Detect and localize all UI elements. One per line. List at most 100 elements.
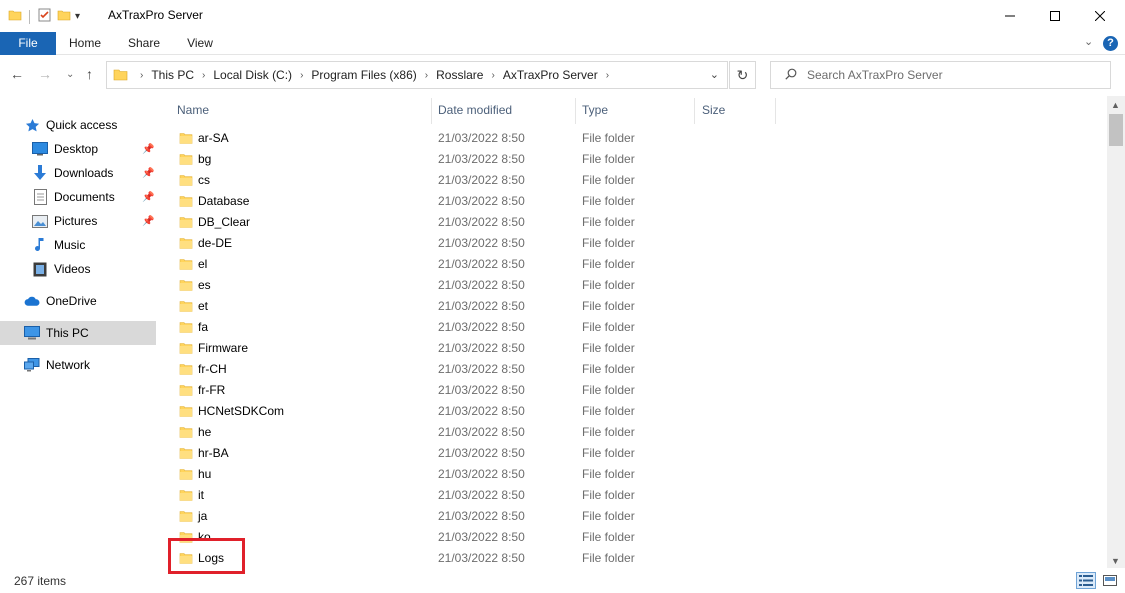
scrollbar-thumb[interactable] — [1109, 114, 1123, 146]
details-view-button[interactable] — [1076, 572, 1096, 589]
sidebar-item-pictures[interactable]: Pictures 📌 — [0, 209, 156, 233]
file-date-modified: 21/03/2022 8:50 — [438, 320, 525, 334]
column-divider[interactable] — [431, 98, 432, 124]
scroll-up-icon[interactable]: ▲ — [1111, 100, 1120, 110]
address-bar[interactable]: › This PC › Local Disk (C:) › Program Fi… — [106, 61, 728, 89]
help-icon[interactable]: ? — [1103, 36, 1118, 51]
file-type: File folder — [582, 194, 635, 208]
pin-icon[interactable]: 📌 — [142, 168, 154, 179]
close-button[interactable] — [1077, 0, 1123, 32]
table-row[interactable]: fr-CH 21/03/2022 8:50 File folder — [165, 359, 1105, 380]
sidebar-item-videos[interactable]: Videos — [0, 257, 156, 281]
table-row[interactable]: HCNetSDKCom 21/03/2022 8:50 File folder — [165, 401, 1105, 422]
tab-share[interactable]: Share — [118, 32, 170, 55]
column-header-type[interactable]: Type — [582, 96, 608, 124]
pin-icon[interactable]: 📌 — [142, 192, 154, 203]
file-date-modified: 21/03/2022 8:50 — [438, 215, 525, 229]
table-row[interactable]: el 21/03/2022 8:50 File folder — [165, 254, 1105, 275]
file-date-modified: 21/03/2022 8:50 — [438, 404, 525, 418]
search-input[interactable] — [807, 68, 1087, 82]
tab-file[interactable]: File — [0, 32, 56, 55]
file-name: Firmware — [198, 341, 248, 355]
sidebar-item-desktop[interactable]: Desktop 📌 — [0, 137, 156, 161]
recent-locations-button[interactable]: ⌄ — [66, 69, 74, 80]
expand-ribbon-icon[interactable]: ⌄ — [1084, 35, 1093, 48]
pin-icon[interactable]: 📌 — [142, 144, 154, 155]
computer-icon — [24, 325, 40, 341]
table-row[interactable]: hu 21/03/2022 8:50 File folder — [165, 464, 1105, 485]
table-row[interactable]: DB_Clear 21/03/2022 8:50 File folder — [165, 212, 1105, 233]
sidebar-item-music[interactable]: Music — [0, 233, 156, 257]
table-row[interactable]: hr-BA 21/03/2022 8:50 File folder — [165, 443, 1105, 464]
breadcrumb-this-pc[interactable]: This PC — [151, 68, 194, 82]
table-row[interactable]: es 21/03/2022 8:50 File folder — [165, 275, 1105, 296]
breadcrumb-local-disk[interactable]: Local Disk (C:) — [213, 68, 292, 82]
forward-button[interactable]: → — [38, 66, 52, 82]
minimize-button[interactable] — [987, 0, 1033, 32]
file-name: fa — [198, 320, 209, 334]
tab-view[interactable]: View — [176, 32, 224, 55]
back-button[interactable]: ← — [10, 66, 24, 82]
file-type: File folder — [582, 341, 635, 355]
file-name: ar-SA — [198, 131, 229, 145]
table-row[interactable]: bg 21/03/2022 8:50 File folder — [165, 149, 1105, 170]
table-row[interactable]: Logs 21/03/2022 8:50 File folder — [165, 548, 1105, 568]
breadcrumb-program-files[interactable]: Program Files (x86) — [311, 68, 416, 82]
chevron-right-icon[interactable]: › — [606, 70, 609, 81]
file-type: File folder — [582, 446, 635, 460]
table-row[interactable]: et 21/03/2022 8:50 File folder — [165, 296, 1105, 317]
breadcrumb-axtraxpro-server[interactable]: AxTraxPro Server — [503, 68, 598, 82]
scroll-down-icon[interactable]: ▼ — [1111, 556, 1120, 566]
customize-toolbar-icon[interactable]: ▾ — [75, 11, 80, 22]
column-divider[interactable] — [575, 98, 576, 124]
sidebar-item-onedrive[interactable]: OneDrive — [0, 289, 156, 313]
table-row[interactable]: de-DE 21/03/2022 8:50 File folder — [165, 233, 1105, 254]
sidebar-item-downloads[interactable]: Downloads 📌 — [0, 161, 156, 185]
sidebar-item-network[interactable]: Network — [0, 353, 156, 377]
large-icons-view-button[interactable] — [1100, 572, 1120, 589]
column-header-size[interactable]: Size — [702, 96, 725, 124]
chevron-down-icon[interactable]: ⌄ — [710, 68, 719, 81]
table-row[interactable]: Firmware 21/03/2022 8:50 File folder — [165, 338, 1105, 359]
table-row[interactable]: fa 21/03/2022 8:50 File folder — [165, 317, 1105, 338]
file-name: cs — [198, 173, 210, 187]
folder-icon — [179, 236, 193, 253]
file-name: hu — [198, 467, 212, 481]
chevron-right-icon[interactable]: › — [425, 70, 428, 81]
new-folder-icon[interactable] — [57, 8, 71, 25]
column-header-date-modified[interactable]: Date modified — [438, 96, 512, 124]
sidebar-item-this-pc[interactable]: This PC — [0, 321, 156, 345]
chevron-right-icon[interactable]: › — [491, 70, 494, 81]
table-row[interactable]: he 21/03/2022 8:50 File folder — [165, 422, 1105, 443]
table-row[interactable]: ar-SA 21/03/2022 8:50 File folder — [165, 128, 1105, 149]
file-name: bg — [198, 152, 212, 166]
toolbar-divider — [29, 9, 30, 24]
up-button[interactable]: ↑ — [86, 66, 93, 82]
folder-icon[interactable] — [8, 8, 22, 25]
properties-icon[interactable] — [37, 7, 53, 26]
table-row[interactable]: it 21/03/2022 8:50 File folder — [165, 485, 1105, 506]
table-row[interactable]: fr-FR 21/03/2022 8:50 File folder — [165, 380, 1105, 401]
breadcrumb-rosslare[interactable]: Rosslare — [436, 68, 483, 82]
maximize-button[interactable] — [1032, 0, 1078, 32]
sidebar-item-documents[interactable]: Documents 📌 — [0, 185, 156, 209]
table-row[interactable]: ko 21/03/2022 8:50 File folder — [165, 527, 1105, 548]
column-divider[interactable] — [694, 98, 695, 124]
chevron-right-icon[interactable]: › — [202, 70, 205, 81]
pin-icon[interactable]: 📌 — [142, 216, 154, 227]
table-row[interactable]: cs 21/03/2022 8:50 File folder — [165, 170, 1105, 191]
table-row[interactable]: Database 21/03/2022 8:50 File folder — [165, 191, 1105, 212]
file-date-modified: 21/03/2022 8:50 — [438, 446, 525, 460]
table-row[interactable]: ja 21/03/2022 8:50 File folder — [165, 506, 1105, 527]
column-header-name[interactable]: Name — [177, 96, 209, 124]
column-divider[interactable] — [775, 98, 776, 124]
chevron-right-icon[interactable]: › — [300, 70, 303, 81]
item-count: 267 items — [14, 574, 67, 588]
tab-home[interactable]: Home — [58, 32, 112, 55]
file-date-modified: 21/03/2022 8:50 — [438, 509, 525, 523]
refresh-button[interactable]: ↻ — [729, 61, 756, 89]
search-box[interactable] — [770, 61, 1111, 89]
file-date-modified: 21/03/2022 8:50 — [438, 530, 525, 544]
sidebar-item-quick-access[interactable]: Quick access — [0, 113, 156, 137]
vertical-scrollbar[interactable]: ▲ ▼ — [1107, 96, 1125, 568]
